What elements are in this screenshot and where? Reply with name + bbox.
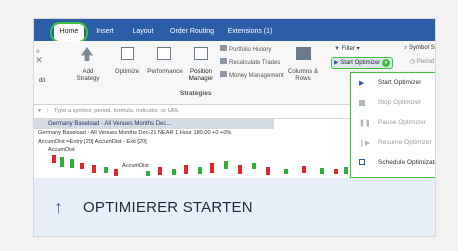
chart-label-accumdist: AccumDist xyxy=(48,147,75,153)
play-icon: ▶ xyxy=(334,60,339,66)
caption-text: OPTIMIERER STARTEN xyxy=(83,199,253,216)
schedule-icon xyxy=(359,159,365,165)
optimize-button[interactable]: Optimize xyxy=(112,68,142,75)
tutorial-card: Home Insert Layout Order Routing Extensi… xyxy=(33,18,436,237)
tab-extensions[interactable]: Extensions (1) xyxy=(224,23,276,41)
columns-rows-icon xyxy=(296,47,311,60)
period-dropdown[interactable]: ◷ Period xyxy=(410,58,434,65)
menu-item-resume-optimizer[interactable]: ❙▶ Resume Optimizer xyxy=(351,133,435,153)
tab-layout[interactable]: Layout xyxy=(126,23,160,41)
chart-candle xyxy=(104,167,108,173)
chart-candle xyxy=(52,155,56,163)
chart-candle xyxy=(92,165,96,173)
recalculate-trades-label: Recalculate Trades xyxy=(229,60,281,66)
chart-candle xyxy=(344,167,348,174)
strategies-group-label: Strategies xyxy=(180,90,212,97)
chart-legend-line: AccumDist =Entry [20] AccumDist - Exit [… xyxy=(38,139,147,145)
menu-item-label: Start Optimizer xyxy=(378,79,422,86)
start-optimizer-menu: ▶ Start Optimizer Stop Optimizer ❚❚ Paus… xyxy=(350,72,435,178)
position-manager-icon xyxy=(194,47,208,60)
symbol-label: Symbol S xyxy=(409,45,435,51)
home-tab-highlight xyxy=(50,22,88,43)
chart-candle xyxy=(284,169,288,174)
add-strategy-button[interactable]: Add Strategy xyxy=(72,68,104,82)
chart-candle xyxy=(210,163,214,173)
resume-icon: ❙▶ xyxy=(359,140,371,147)
play-icon: ▶ xyxy=(359,80,365,87)
chart-candle xyxy=(238,165,242,174)
performance-button[interactable]: Performance xyxy=(146,68,184,75)
close-x-icon[interactable]: ✕ xyxy=(34,56,44,65)
app-screenshot: Home Insert Layout Order Routing Extensi… xyxy=(34,19,435,178)
recalculate-trades-icon xyxy=(220,58,227,64)
left-clip-label: dit xyxy=(38,77,46,84)
chevron-down-icon[interactable]: ▾ xyxy=(38,108,41,114)
chart-subtitle: Germany Baseload - All Venues Months Dec… xyxy=(38,130,232,136)
chart-candle xyxy=(266,167,270,175)
chart-candle xyxy=(80,163,84,169)
start-optimizer-label: Start Optimizer xyxy=(340,60,381,66)
ribbon-tab-bar: Home Insert Layout Order Routing Extensi… xyxy=(34,19,435,43)
tab-order-routing[interactable]: Order Routing xyxy=(166,23,218,41)
menu-item-label: Pause Optimizer xyxy=(378,119,427,126)
chart-candle xyxy=(184,165,188,174)
chart-candle xyxy=(70,159,74,168)
filter-label: Filter xyxy=(341,46,355,52)
chart-window-title[interactable]: Germany Baseload - All Venues Months Dec… xyxy=(34,119,274,129)
menu-item-schedule-optimization[interactable]: Schedule Optimization xyxy=(351,153,435,173)
menu-item-pause-optimizer[interactable]: ❚❚ Pause Optimizer xyxy=(351,113,435,133)
symbol-search[interactable]: ⌕ Symbol S xyxy=(404,45,435,52)
step-caption: ↑ OPTIMIERER STARTEN xyxy=(34,178,435,236)
chart-candle xyxy=(224,161,228,169)
performance-icon xyxy=(157,47,171,60)
chart-candle xyxy=(334,169,338,174)
money-management-icon xyxy=(220,71,227,77)
chart-candle xyxy=(114,169,118,176)
chart-candle xyxy=(302,166,306,173)
pause-icon: ❚❚ xyxy=(359,120,371,127)
menu-item-start-optimizer[interactable]: ▶ Start Optimizer xyxy=(351,73,435,93)
chart-candle xyxy=(198,167,202,174)
chart-candle xyxy=(172,169,176,175)
left-clip-icon: e xyxy=(36,48,40,55)
chevron-down-icon[interactable]: ▾ xyxy=(381,59,390,67)
period-icon: ◷ xyxy=(410,59,416,65)
search-icon: ⌕ xyxy=(404,45,408,51)
position-manager-button[interactable]: Position Manager xyxy=(186,68,216,82)
money-management-item[interactable]: Money Management xyxy=(220,71,284,79)
chart-candle xyxy=(146,171,150,176)
arrow-up-icon: ↑ xyxy=(54,197,63,217)
chart-candle xyxy=(320,168,324,174)
chart-candle xyxy=(60,157,64,167)
chart-candle xyxy=(158,167,162,175)
recalculate-trades-item[interactable]: Recalculate Trades xyxy=(220,58,280,66)
tab-insert[interactable]: Insert xyxy=(90,23,120,41)
filter-icon: ▼ xyxy=(334,46,340,52)
optimize-icon xyxy=(121,47,134,60)
portfolio-history-icon xyxy=(220,45,227,51)
money-management-label: Money Management xyxy=(229,73,284,79)
chart-label-accumdist-2: AccumDist xyxy=(122,163,149,169)
period-label: Period xyxy=(416,59,435,65)
portfolio-history-label: Portfolio History xyxy=(229,47,272,53)
portfolio-history-item[interactable]: Portfolio History xyxy=(220,45,271,53)
filter-dropdown[interactable]: ▼ Filter ▾ xyxy=(334,45,360,52)
menu-item-label: Stop Optimizer xyxy=(378,99,421,106)
stop-icon xyxy=(359,100,365,106)
menu-item-label: Schedule Optimization xyxy=(378,159,435,166)
chart-candle xyxy=(252,163,256,169)
menu-item-stop-optimizer[interactable]: Stop Optimizer xyxy=(351,93,435,113)
menu-item-label: Resume Optimizer xyxy=(378,139,432,146)
add-strategy-icon xyxy=(81,47,93,61)
columns-rows-button[interactable]: Columns & Rows xyxy=(286,68,320,82)
separator: | xyxy=(46,108,49,114)
command-input[interactable]: Type a symbol, period, formula, indicato… xyxy=(54,108,180,114)
start-optimizer-split-button[interactable]: ▶ Start Optimizer ▾ xyxy=(331,57,393,69)
